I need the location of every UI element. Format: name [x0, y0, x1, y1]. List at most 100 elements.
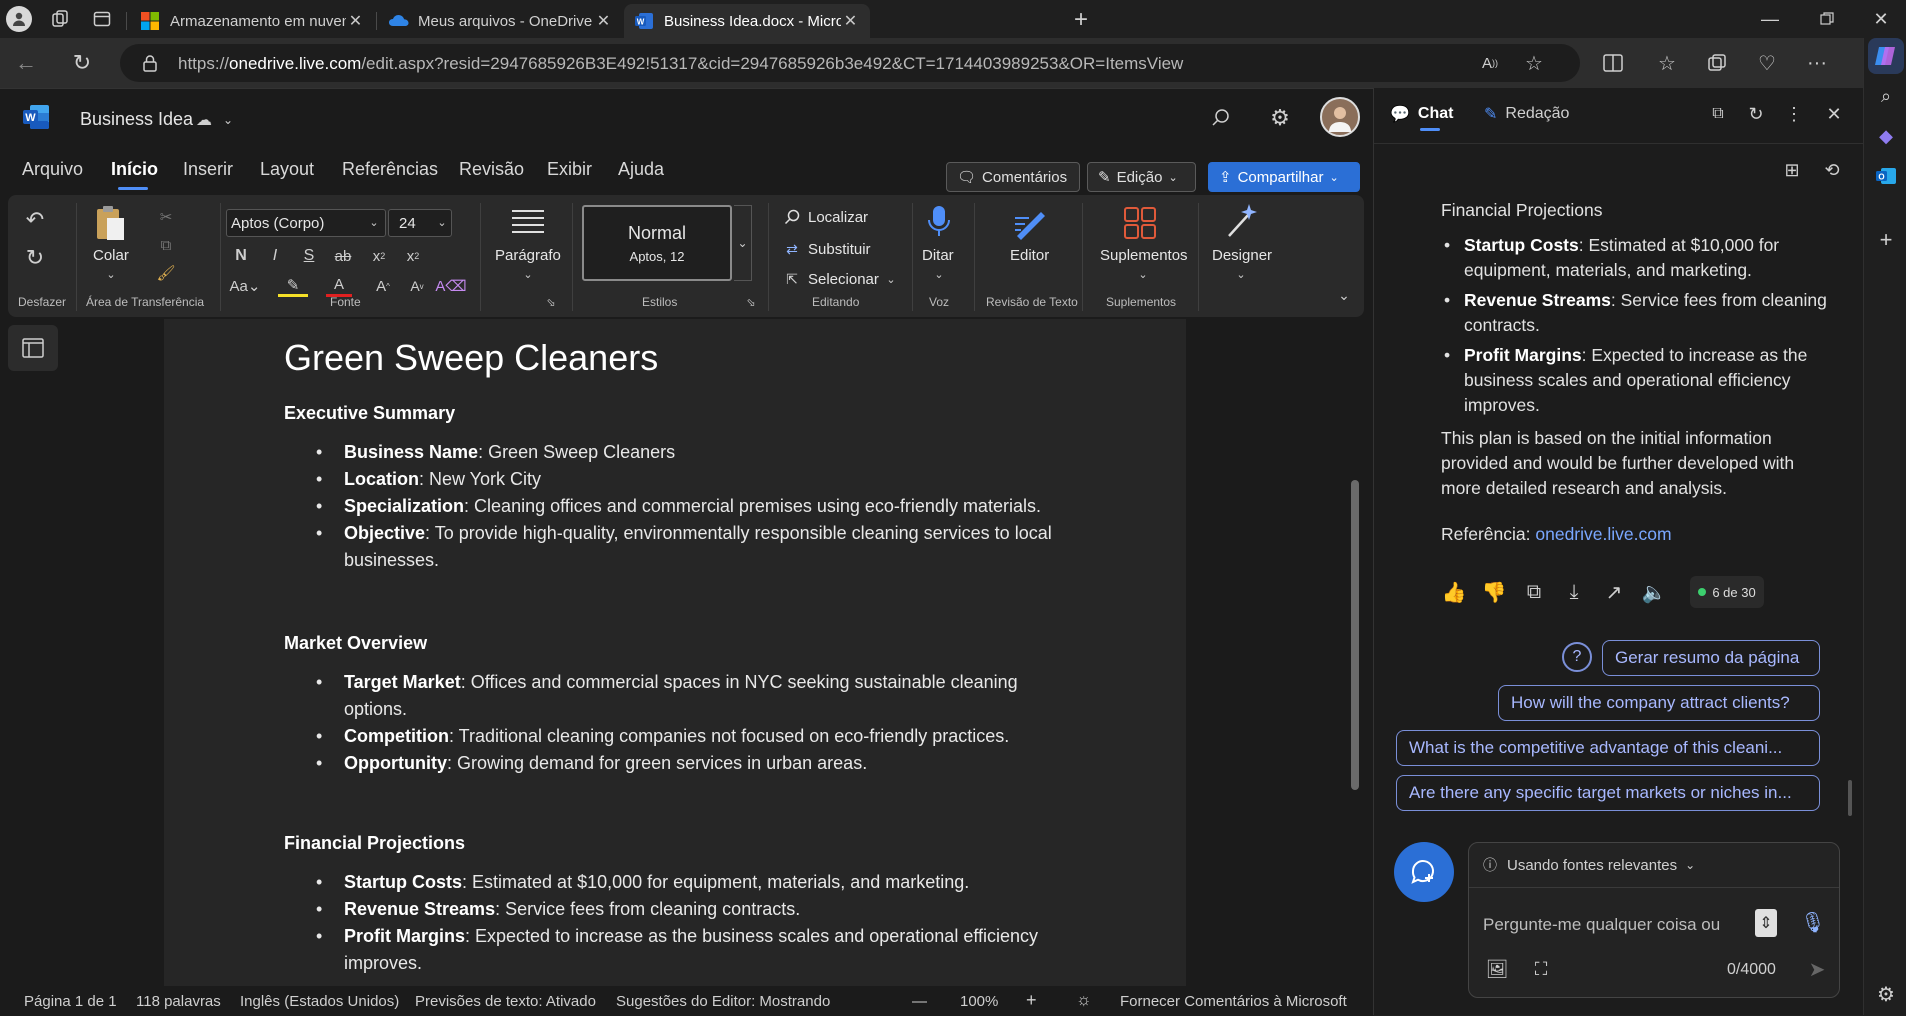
navigation-pane-icon[interactable] [8, 325, 58, 371]
suggestion-chip[interactable]: Gerar resumo da página [1602, 640, 1820, 676]
menu-arquivo[interactable]: Arquivo [22, 159, 83, 180]
replace-icon[interactable]: ⇄ [782, 239, 802, 259]
zoom-out-icon[interactable]: — [912, 993, 927, 1010]
chevron-down-icon[interactable]: ⌄ [104, 267, 118, 281]
paragraph-label[interactable]: Parágrafo [495, 247, 561, 264]
chat-scrollbar[interactable] [1848, 780, 1852, 816]
mic-icon[interactable]: 🎙 [1799, 907, 1827, 937]
designer-wand-icon[interactable] [1222, 201, 1262, 241]
bold-icon[interactable]: N [230, 245, 252, 267]
replace-label[interactable]: Substituir [808, 241, 871, 258]
settings-gear-icon[interactable]: ⚙ [1267, 105, 1293, 131]
new-tab-icon[interactable]: + [1068, 6, 1094, 33]
collapse-ribbon-chevron-icon[interactable]: ⌄ [1334, 285, 1354, 305]
format-painter-icon[interactable]: 🖌 [156, 263, 176, 283]
designer-label[interactable]: Designer [1212, 247, 1272, 264]
status-predictions[interactable]: Previsões de texto: Ativado [415, 993, 596, 1010]
plugins-icon[interactable]: ⊞ [1780, 158, 1804, 182]
suggestion-chip[interactable]: What is the competitive advantage of thi… [1396, 730, 1820, 766]
outlook-icon[interactable]: O [1872, 162, 1900, 190]
zoom-in-icon[interactable]: + [1026, 990, 1037, 1011]
select-label[interactable]: Selecionar [808, 271, 879, 288]
chevron-down-icon[interactable]: ⌄ [521, 267, 535, 281]
find-label[interactable]: Localizar [808, 209, 868, 226]
font-size-dropdown[interactable]: 24 ⌄ [388, 209, 452, 237]
dialog-launcher-icon[interactable]: ⬂ [744, 295, 758, 309]
favorites-icon[interactable]: ☆ [1654, 50, 1680, 76]
editor-pen-icon[interactable] [1010, 203, 1050, 243]
highlight-icon[interactable]: ✎ [278, 275, 308, 297]
clear-formatting-icon[interactable]: A⌫ [435, 275, 466, 297]
refresh-chat-icon[interactable]: ↻ [1744, 102, 1768, 126]
menu-revisao[interactable]: Revisão [459, 159, 524, 180]
close-sidebar-icon[interactable]: ✕ [1822, 102, 1846, 126]
underline-icon[interactable]: S [298, 245, 320, 267]
dictate-label[interactable]: Ditar [922, 247, 954, 264]
undo-icon[interactable]: ↶ [22, 207, 48, 233]
redo-icon[interactable]: ↻ [22, 245, 48, 271]
status-language[interactable]: Inglês (Estados Unidos) [240, 993, 399, 1010]
tab-compose[interactable]: ✎ Redação [1484, 104, 1569, 124]
addins-grid-icon[interactable] [1120, 203, 1160, 243]
paragraph-icon[interactable] [508, 205, 548, 239]
suggestion-chip[interactable]: How will the company attract clients? [1498, 685, 1820, 721]
menu-ajuda[interactable]: Ajuda [618, 159, 664, 180]
editing-mode-button[interactable]: ✎ Edição ⌄ [1087, 162, 1196, 192]
chevron-down-icon[interactable]: ⌄ [220, 111, 236, 129]
change-case-icon[interactable]: Aa⌄ [230, 275, 261, 297]
browser-tab-storage[interactable]: Armazenamento em nuvem pess ✕ [130, 4, 375, 38]
italic-icon[interactable]: I [264, 245, 286, 267]
strikethrough-icon[interactable]: ab [332, 245, 354, 267]
menu-referencias[interactable]: Referências [342, 159, 438, 180]
share-response-icon[interactable]: ↗ [1600, 578, 1628, 606]
back-icon[interactable]: ← [12, 50, 40, 76]
refresh-icon[interactable]: ↻ [68, 50, 96, 76]
sources-toggle[interactable]: ⓘ Usando fontes relevantes ⌄ [1483, 855, 1695, 875]
editor-label[interactable]: Editor [1010, 247, 1049, 264]
address-bar[interactable]: https://onedrive.live.com/edit.aspx?resi… [120, 44, 1580, 82]
more-vertical-icon[interactable]: ⋮ [1782, 102, 1806, 126]
split-screen-icon[interactable] [1600, 50, 1626, 76]
more-options-icon[interactable]: ··· [1804, 50, 1830, 76]
grow-font-icon[interactable]: A ^ [372, 275, 394, 297]
browser-essentials-icon[interactable]: ♡ [1754, 50, 1780, 76]
help-question-icon[interactable]: ? [1562, 642, 1592, 672]
close-tab-icon[interactable]: ✕ [346, 11, 365, 31]
find-search-icon[interactable] [782, 207, 802, 227]
style-normal-gallery[interactable]: Normal Aptos, 12 [582, 205, 732, 281]
close-tab-icon[interactable]: ✕ [594, 11, 613, 31]
shrink-font-icon[interactable]: Av [406, 275, 428, 297]
microphone-icon[interactable] [922, 203, 956, 243]
tab-actions-icon[interactable] [90, 7, 114, 31]
superscript-icon[interactable]: x2 [402, 245, 424, 267]
user-avatar[interactable] [1320, 97, 1360, 137]
menu-inserir[interactable]: Inserir [183, 159, 233, 180]
subscript-icon[interactable]: x2 [368, 245, 390, 267]
paste-clipboard-icon[interactable] [92, 203, 128, 243]
paste-label[interactable]: Colar [93, 247, 129, 264]
status-page[interactable]: Página 1 de 1 [24, 993, 117, 1010]
zoom-level[interactable]: 100% [960, 993, 998, 1010]
download-icon[interactable]: ⤓ [1560, 578, 1588, 606]
brightness-icon[interactable]: ☼ [1076, 990, 1092, 1010]
history-icon[interactable]: ⟲ [1820, 158, 1844, 182]
suggestion-chip[interactable]: Are there any specific target markets or… [1396, 775, 1820, 811]
copilot-icon[interactable] [1868, 38, 1904, 74]
copy-icon[interactable]: ⧉ [156, 235, 176, 255]
cut-scissors-icon[interactable]: ✂ [156, 207, 176, 227]
copy-response-icon[interactable]: ⧉ [1520, 578, 1548, 606]
sidebar-copilot-app-icon[interactable]: ◆ [1872, 122, 1900, 150]
minimize-window-icon[interactable]: — [1755, 8, 1785, 30]
font-name-dropdown[interactable]: Aptos (Corpo) ⌄ [226, 209, 386, 237]
styles-expand-chevron-icon[interactable]: ⌄ [734, 205, 752, 281]
screenshot-icon[interactable]: ⛶ [1527, 955, 1555, 983]
read-aloud-icon[interactable]: A)) [1478, 52, 1502, 74]
favorite-star-icon[interactable]: ☆ [1522, 52, 1546, 75]
close-tab-icon[interactable]: ✕ [841, 11, 860, 31]
add-sidebar-app-icon[interactable]: + [1872, 226, 1900, 254]
dialog-launcher-icon[interactable]: ⬂ [544, 295, 558, 309]
status-words[interactable]: 118 palavras [136, 993, 221, 1010]
document-name[interactable]: Business Idea [80, 109, 193, 130]
chat-text-input[interactable]: Pergunte-me qualquer coisa ou [1483, 915, 1720, 935]
browser-tab-word[interactable]: W Business Idea.docx - Microsoft W ✕ [624, 4, 870, 38]
